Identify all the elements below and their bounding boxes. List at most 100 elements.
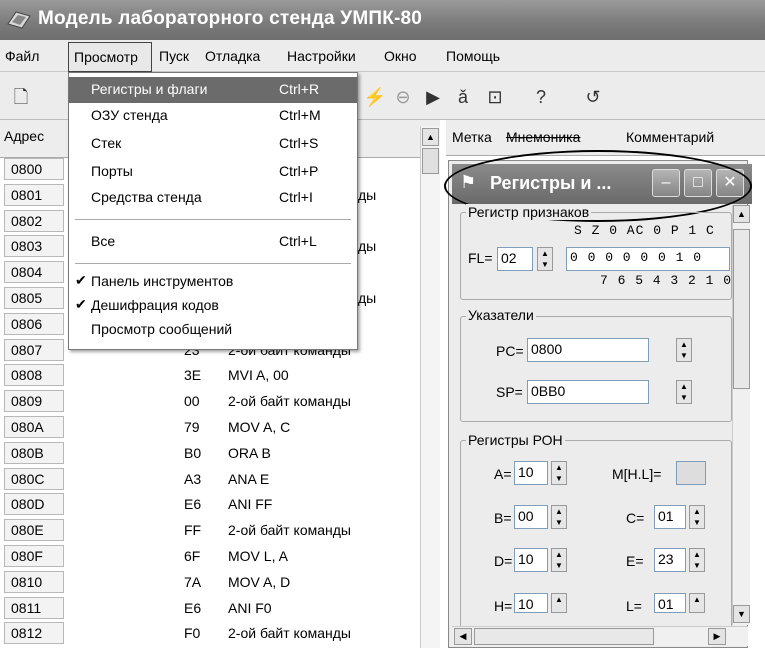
- scroll-up-icon[interactable]: ▲: [733, 205, 750, 223]
- d-input[interactable]: 10: [514, 548, 548, 572]
- l-spinner[interactable]: ▲: [689, 593, 705, 613]
- address-cell: 0802: [4, 209, 64, 232]
- scroll-thumb[interactable]: [422, 148, 439, 174]
- scroll-thumb[interactable]: [474, 628, 654, 645]
- menu-settings[interactable]: Настройки: [287, 48, 356, 64]
- code-cell: 7A: [184, 573, 202, 590]
- menu-item-stack[interactable]: Стек Ctrl+S: [69, 131, 357, 157]
- menu-item-shortcut: Ctrl+P: [279, 163, 319, 179]
- menu-help[interactable]: Помощь: [446, 48, 500, 64]
- code-cell: FF: [184, 522, 202, 539]
- menu-item-label: Просмотр сообщений: [91, 321, 233, 337]
- address-cell: 0803: [4, 235, 64, 258]
- menu-window[interactable]: Окно: [384, 48, 417, 64]
- b-spinner[interactable]: ▲ ▼: [551, 505, 567, 529]
- menu-run[interactable]: Пуск: [159, 48, 189, 64]
- mnemonic-cell: 2-ой байт команды: [228, 393, 351, 410]
- mnemonic-cell: MOV A, D: [228, 573, 291, 590]
- menu-separator: [75, 263, 351, 264]
- step-into-icon[interactable]: ǎ: [450, 84, 476, 110]
- menu-item-stand-tools[interactable]: Средства стенда Ctrl+I: [69, 185, 357, 211]
- table-row[interactable]: 0809 00 2-ой байт команды: [0, 390, 440, 413]
- column-header-label[interactable]: Метка: [452, 129, 492, 145]
- menu-view[interactable]: Просмотр: [74, 49, 138, 65]
- step-over-icon[interactable]: ⊡: [482, 84, 508, 110]
- menu-item-shortcut: Ctrl+I: [279, 189, 313, 205]
- h-spinner[interactable]: ▲: [551, 593, 567, 613]
- scroll-thumb[interactable]: [733, 229, 750, 389]
- step-icon[interactable]: ⚡: [362, 84, 388, 110]
- menu-file[interactable]: Файл: [5, 48, 39, 64]
- pointers-group: [460, 316, 732, 422]
- scroll-up-icon[interactable]: ▲: [422, 128, 439, 146]
- b-input[interactable]: 00: [514, 505, 548, 529]
- flag-bits: 0 0 0 0 0 0 1 0: [566, 247, 730, 271]
- code-cell: B0: [184, 444, 202, 461]
- checkmark-icon: ✔: [75, 272, 87, 288]
- registers-vertical-scrollbar[interactable]: ▲ ▼: [732, 205, 750, 625]
- table-row[interactable]: 080D E6 ANI FF: [0, 493, 440, 516]
- app-icon: [7, 11, 31, 29]
- pc-input[interactable]: 0800: [527, 338, 649, 362]
- a-spinner[interactable]: ▲ ▼: [551, 461, 567, 485]
- column-header-address[interactable]: Адрес: [4, 128, 68, 152]
- fl-input[interactable]: 02: [497, 247, 533, 271]
- menu-separator: [75, 219, 351, 220]
- c-input[interactable]: 01: [654, 505, 686, 529]
- code-cell: 3E: [184, 367, 202, 384]
- c-label: C=: [626, 510, 645, 526]
- table-row[interactable]: 0808 3E MVI A, 00: [0, 364, 440, 387]
- code-cell: 6F: [184, 548, 201, 564]
- menu-item-shortcut: Ctrl+M: [279, 107, 321, 123]
- h-input[interactable]: 10: [514, 593, 548, 613]
- c-spinner[interactable]: ▲ ▼: [689, 505, 705, 529]
- pc-spinner[interactable]: ▲ ▼: [676, 338, 692, 362]
- mnemonic-cell: MOV A, C: [228, 419, 291, 435]
- fl-spinner[interactable]: ▲ ▼: [537, 247, 553, 271]
- table-row[interactable]: 0812 F0 2-ой байт команды: [0, 622, 440, 645]
- d-spinner[interactable]: ▲ ▼: [551, 548, 567, 572]
- run-icon[interactable]: ▶: [420, 84, 446, 110]
- list-scrollbar[interactable]: ▲: [420, 126, 440, 648]
- e-spinner[interactable]: ▲ ▼: [689, 548, 705, 572]
- menu-item-label: Регистры и флаги: [91, 81, 208, 97]
- column-header-mnemonic[interactable]: Мнемоника: [506, 129, 580, 145]
- registers-horizontal-scrollbar[interactable]: ◀ ▶: [452, 626, 748, 646]
- fl-label: FL=: [468, 250, 493, 266]
- table-row[interactable]: 0811 E6 ANI F0: [0, 596, 440, 620]
- bit-numbers: 7 6 5 4 3 2 1 0: [600, 273, 733, 288]
- table-row[interactable]: 080B B0 ORA B: [0, 441, 440, 465]
- scroll-down-icon[interactable]: ▼: [733, 605, 750, 623]
- scroll-left-icon[interactable]: ◀: [454, 628, 472, 645]
- l-label: L=: [626, 598, 642, 614]
- address-cell: 0812: [4, 622, 64, 645]
- e-input[interactable]: 23: [654, 548, 686, 572]
- menu-item-messages[interactable]: Просмотр сообщений: [69, 317, 357, 343]
- mnemonic-cell: 2-ой байт команды: [228, 522, 351, 539]
- table-row[interactable]: 080F 6F MOV L, A: [0, 545, 440, 568]
- menu-item-all[interactable]: Все Ctrl+L: [69, 229, 357, 255]
- menu-item-ports[interactable]: Порты Ctrl+P: [69, 159, 357, 185]
- new-file-icon[interactable]: 🗋: [8, 84, 34, 110]
- table-row[interactable]: 080A 79 MOV A, C: [0, 416, 440, 439]
- address-cell: 080B: [4, 441, 64, 464]
- menu-item-label: Порты: [91, 163, 133, 179]
- code-cell: E6: [184, 496, 202, 513]
- stop-icon[interactable]: ⊖: [390, 84, 416, 110]
- scroll-right-icon[interactable]: ▶: [708, 628, 726, 645]
- menu-item-registers[interactable]: Регистры и флаги Ctrl+R: [69, 77, 357, 103]
- menu-item-decode[interactable]: ✔ Дешифрация кодов: [69, 293, 357, 319]
- help-icon[interactable]: ?: [528, 84, 554, 110]
- table-row[interactable]: 0810 7A MOV A, D: [0, 570, 440, 594]
- reset-icon[interactable]: ↺: [580, 84, 606, 110]
- sp-spinner[interactable]: ▲ ▼: [676, 380, 692, 404]
- menu-debug[interactable]: Отладка: [205, 48, 260, 64]
- l-input[interactable]: 01: [654, 593, 686, 613]
- menu-item-ram[interactable]: ОЗУ стенда Ctrl+M: [69, 103, 357, 129]
- column-header-comment[interactable]: Комментарий: [626, 129, 714, 145]
- sp-input[interactable]: 0BB0: [527, 380, 649, 404]
- table-row[interactable]: 080E FF 2-ой байт команды: [0, 519, 440, 542]
- menu-item-toolbar[interactable]: ✔ Панель инструментов: [69, 269, 357, 295]
- a-input[interactable]: 10: [514, 461, 548, 485]
- table-row[interactable]: 080C A3 ANA E: [0, 467, 440, 491]
